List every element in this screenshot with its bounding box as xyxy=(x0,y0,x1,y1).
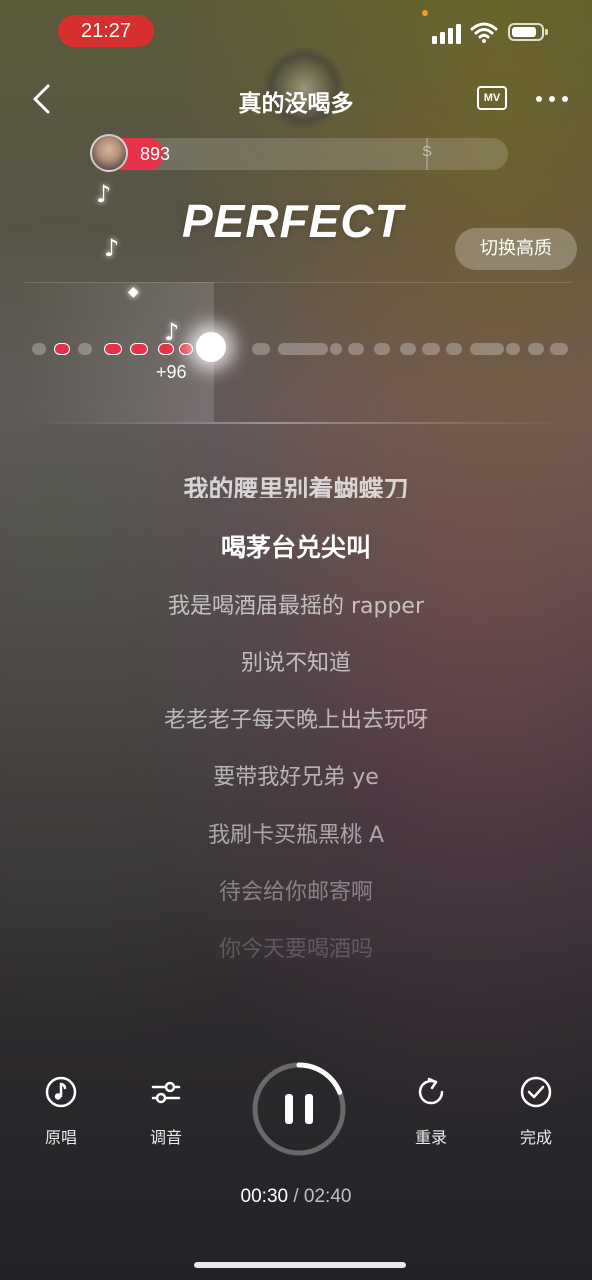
battery-level xyxy=(512,27,536,37)
battery-icon xyxy=(508,23,548,41)
score-value: 893 xyxy=(140,144,171,164)
lyric-line: 要带我好兄弟 ye xyxy=(213,765,379,790)
tune-label: 调音 xyxy=(149,1128,182,1147)
pitch-segment-hit xyxy=(54,343,70,355)
wifi-icon xyxy=(470,22,498,43)
pitch-track: +96 xyxy=(24,282,572,424)
original-vocal-label: 原唱 xyxy=(44,1128,77,1147)
rerecord-button[interactable]: 重录 xyxy=(396,1060,466,1148)
total-time: 02:40 xyxy=(303,1186,352,1207)
top-bar: 真的没喝多 MV xyxy=(0,46,592,130)
switch-quality-button[interactable]: 切换高质 xyxy=(455,228,577,270)
pitch-segment xyxy=(374,343,390,355)
more-options-icon[interactable] xyxy=(536,96,568,104)
current-time: 00:30 xyxy=(240,1186,289,1207)
score-bar: S 893 xyxy=(90,134,508,172)
music-note-circle-icon xyxy=(45,1076,77,1108)
bonus-score: +96 xyxy=(156,362,187,382)
pause-button[interactable] xyxy=(250,1060,348,1158)
check-circle-icon xyxy=(520,1076,552,1108)
lyric-line: 我的腰里别着蝴蝶刀 xyxy=(183,475,409,498)
music-note-icon: ♪ xyxy=(96,180,112,208)
pitch-segment xyxy=(506,343,520,355)
pitch-segment xyxy=(528,343,544,355)
privacy-indicator-dot xyxy=(422,10,428,16)
lyric-line: 别说不知道 xyxy=(240,651,351,676)
lyric-line: 你今天要喝酒吗 xyxy=(218,937,373,962)
done-button[interactable]: 完成 xyxy=(501,1060,571,1148)
status-time: 21:27 xyxy=(58,15,154,47)
pitch-segment-hit xyxy=(130,343,148,355)
done-label: 完成 xyxy=(519,1128,552,1147)
lyric-line: 待会给你邮寄啊 xyxy=(218,880,373,905)
playback-time: 00:30 / 02:40 xyxy=(0,1186,592,1208)
pitch-segment xyxy=(470,343,504,355)
pitch-segment xyxy=(400,343,416,355)
pitch-segment-hit xyxy=(104,343,122,355)
pitch-segment xyxy=(422,343,440,355)
playback-controls: 原唱 调音 重录 完成 xyxy=(0,1060,592,1170)
lyric-line: 老老老子每天晚上出去玩呀 xyxy=(163,708,428,733)
lyric-line: 我刷卡买瓶黑桃 A xyxy=(207,823,385,848)
pitch-segment xyxy=(348,343,364,355)
lyric-line-current: 喝茅台兑尖叫 xyxy=(220,533,371,562)
mv-button[interactable]: MV xyxy=(477,86,507,110)
pitch-segment-hit xyxy=(158,343,174,355)
pitch-segment xyxy=(252,343,270,355)
refresh-icon xyxy=(418,1077,444,1105)
pitch-track-bottom-line xyxy=(24,422,572,424)
pitch-cursor xyxy=(196,332,226,362)
pitch-segment xyxy=(78,343,92,355)
pitch-segment-hit xyxy=(179,343,193,355)
rank-label: S xyxy=(422,143,433,160)
pitch-segment xyxy=(32,343,46,355)
pitch-segment xyxy=(278,343,328,355)
avatar xyxy=(90,134,128,172)
pitch-segment xyxy=(446,343,462,355)
time-separator: / xyxy=(293,1186,299,1207)
cellular-signal-icon xyxy=(432,22,464,44)
rerecord-label: 重录 xyxy=(414,1128,447,1147)
pitch-segment xyxy=(550,343,568,355)
sliders-icon xyxy=(151,1081,181,1104)
tune-button[interactable]: 调音 xyxy=(131,1060,201,1148)
pitch-segment xyxy=(330,343,342,355)
home-indicator[interactable] xyxy=(194,1262,406,1268)
original-vocal-button[interactable]: 原唱 xyxy=(26,1060,96,1148)
perfect-feedback: PERFECT xyxy=(182,195,404,247)
music-note-icon: ♪ xyxy=(104,234,120,262)
lyric-line: 我是喝酒届最摇的 rapper xyxy=(167,594,425,619)
